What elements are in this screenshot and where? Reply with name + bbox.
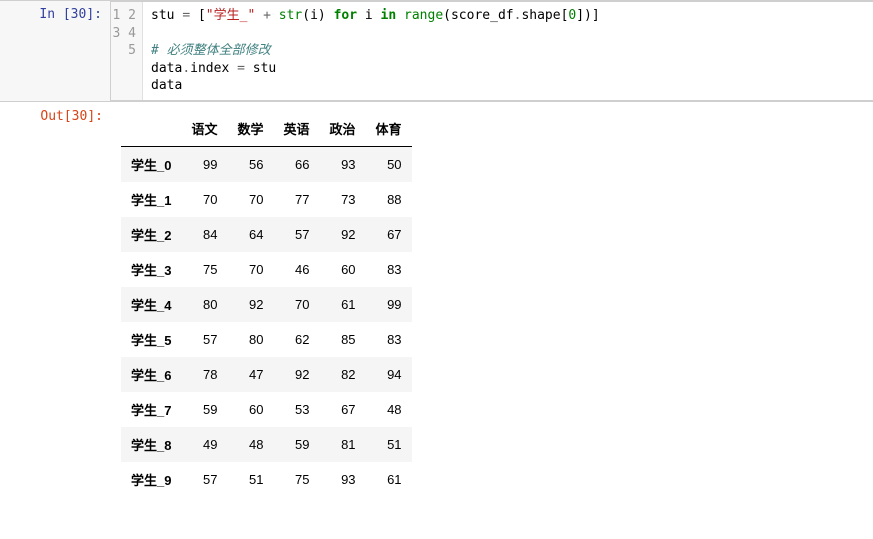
code-editor[interactable]: stu = ["学生_" + str(i) for i in range(sco… — [143, 2, 873, 100]
cell: 78 — [181, 357, 227, 392]
cell: 46 — [274, 252, 320, 287]
col-header: 数学 — [227, 111, 273, 147]
code-input-area[interactable]: 1 2 3 4 5 stu = ["学生_" + str(i) for i in… — [110, 1, 873, 101]
output-cell: Out[30]: 语文 数学 英语 政治 体育 学生_09956669350学生… — [0, 102, 873, 508]
table-row: 学生_28464579267 — [121, 217, 412, 252]
cell: 92 — [227, 287, 273, 322]
row-index: 学生_5 — [121, 322, 181, 357]
cell: 60 — [227, 392, 273, 427]
cell: 67 — [366, 217, 412, 252]
cell: 61 — [320, 287, 366, 322]
table-header-row: 语文 数学 英语 政治 体育 — [121, 111, 412, 147]
cell: 83 — [366, 322, 412, 357]
cell: 66 — [274, 146, 320, 182]
cell: 57 — [181, 462, 227, 497]
cell: 56 — [227, 146, 273, 182]
cell: 67 — [320, 392, 366, 427]
code-cell: In [30]: 1 2 3 4 5 stu = ["学生_" + str(i)… — [0, 0, 873, 102]
cell: 94 — [366, 357, 412, 392]
row-index: 学生_4 — [121, 287, 181, 322]
row-index: 学生_0 — [121, 146, 181, 182]
table-row: 学生_67847928294 — [121, 357, 412, 392]
row-index: 学生_2 — [121, 217, 181, 252]
cell: 51 — [366, 427, 412, 462]
cell: 80 — [181, 287, 227, 322]
in-prompt: In [30]: — [0, 1, 110, 101]
row-index: 学生_1 — [121, 182, 181, 217]
cell: 57 — [274, 217, 320, 252]
row-index: 学生_6 — [121, 357, 181, 392]
col-header: 政治 — [320, 111, 366, 147]
cell: 70 — [181, 182, 227, 217]
index-corner — [121, 111, 181, 147]
cell: 83 — [366, 252, 412, 287]
cell: 49 — [181, 427, 227, 462]
cell: 57 — [181, 322, 227, 357]
table-row: 学生_55780628583 — [121, 322, 412, 357]
output-area: 语文 数学 英语 政治 体育 学生_09956669350学生_17070777… — [111, 103, 872, 507]
cell: 47 — [227, 357, 273, 392]
cell: 51 — [227, 462, 273, 497]
col-header: 语文 — [181, 111, 227, 147]
row-index: 学生_7 — [121, 392, 181, 427]
cell: 77 — [274, 182, 320, 217]
cell: 64 — [227, 217, 273, 252]
row-index: 学生_9 — [121, 462, 181, 497]
line-number-gutter: 1 2 3 4 5 — [111, 2, 143, 100]
cell: 60 — [320, 252, 366, 287]
cell: 61 — [366, 462, 412, 497]
row-index: 学生_3 — [121, 252, 181, 287]
cell: 92 — [274, 357, 320, 392]
cell: 93 — [320, 462, 366, 497]
cell: 48 — [366, 392, 412, 427]
cell: 81 — [320, 427, 366, 462]
cell: 70 — [274, 287, 320, 322]
cell: 88 — [366, 182, 412, 217]
col-header: 体育 — [366, 111, 412, 147]
cell: 75 — [274, 462, 320, 497]
table-row: 学生_75960536748 — [121, 392, 412, 427]
cell: 80 — [227, 322, 273, 357]
cell: 84 — [181, 217, 227, 252]
table-row: 学生_37570466083 — [121, 252, 412, 287]
cell: 70 — [227, 182, 273, 217]
cell: 73 — [320, 182, 366, 217]
cell: 82 — [320, 357, 366, 392]
table-row: 学生_17070777388 — [121, 182, 412, 217]
table-row: 学生_09956669350 — [121, 146, 412, 182]
cell: 92 — [320, 217, 366, 252]
out-prompt: Out[30]: — [1, 103, 111, 507]
table-row: 学生_48092706199 — [121, 287, 412, 322]
cell: 99 — [366, 287, 412, 322]
cell: 99 — [181, 146, 227, 182]
cell: 59 — [181, 392, 227, 427]
dataframe-table: 语文 数学 英语 政治 体育 学生_09956669350学生_17070777… — [121, 111, 412, 497]
table-row: 学生_84948598151 — [121, 427, 412, 462]
cell: 59 — [274, 427, 320, 462]
cell: 93 — [320, 146, 366, 182]
row-index: 学生_8 — [121, 427, 181, 462]
col-header: 英语 — [274, 111, 320, 147]
table-row: 学生_95751759361 — [121, 462, 412, 497]
cell: 62 — [274, 322, 320, 357]
cell: 85 — [320, 322, 366, 357]
cell: 75 — [181, 252, 227, 287]
cell: 50 — [366, 146, 412, 182]
cell: 53 — [274, 392, 320, 427]
cell: 48 — [227, 427, 273, 462]
cell: 70 — [227, 252, 273, 287]
